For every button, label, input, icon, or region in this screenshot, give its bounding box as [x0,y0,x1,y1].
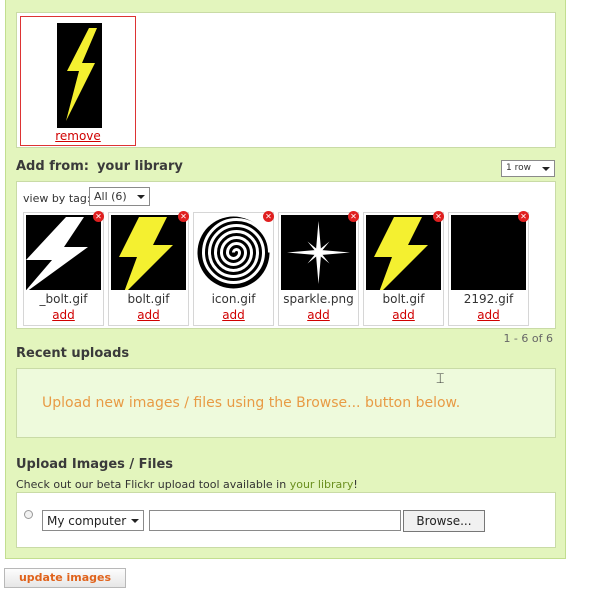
upload-source-radio[interactable] [24,510,33,519]
upload-box: My computer Browse... [16,492,556,548]
spiral-icon [196,215,271,290]
library-item-thumbnail[interactable] [366,215,441,290]
library-item-filename: bolt.gif [382,292,425,306]
chevron-down-icon [131,518,139,523]
upload-source-value: My computer [47,514,127,528]
library-item: ✕ 2192.gif add [448,211,529,326]
library-item-filename: icon.gif [211,292,256,306]
upload-heading: Upload Images / Files [16,457,174,472]
upload-subtext: Check out our beta Flickr upload tool av… [16,478,358,491]
library-item-filename: sparkle.png [283,292,354,306]
tag-select[interactable]: All (6) [89,187,150,206]
library-item-filename: bolt.gif [127,292,170,306]
text-cursor-icon: ⌶ [436,371,445,387]
chevron-down-icon [137,194,145,199]
library-item: ✕ bolt.gif add [108,211,189,326]
add-link[interactable]: add [52,308,75,322]
browse-button[interactable]: Browse... [403,510,485,532]
add-from-source: your library [96,159,183,174]
selected-image-thumbnail [57,23,102,128]
recent-uploads-box: Upload new images / files using the Brow… [16,368,556,438]
recent-uploads-message: Upload new images / files using the Brow… [42,395,461,411]
bolt-icon [57,23,102,128]
remove-link[interactable]: remove [55,129,101,143]
add-from-label: Add from: [16,159,89,174]
upload-subtext-prefix: Check out our beta Flickr upload tool av… [16,478,290,491]
view-by-tag-label: view by tag: [23,192,91,205]
bolt-icon [111,215,186,290]
library-item: ✕ icon.gif add [193,211,274,326]
delete-icon[interactable]: ✕ [263,211,274,222]
add-link[interactable]: add [307,308,330,322]
add-link[interactable]: add [137,308,160,322]
library-item: ✕ bolt.gif add [363,211,444,326]
rows-select-value: 1 row [506,163,531,173]
tag-select-value: All (6) [94,190,127,203]
upload-source-select[interactable]: My computer [42,510,144,531]
selected-image-card: remove [20,16,136,146]
delete-icon[interactable]: ✕ [178,211,189,222]
rows-select[interactable]: 1 row [501,160,555,177]
add-from-heading: Add from: your library [16,159,183,174]
selected-images-box: remove [16,12,556,148]
add-link[interactable]: add [222,308,245,322]
bolt-icon [366,215,441,290]
pagination-status: 1 - 6 of 6 [503,332,553,345]
library-item-thumbnail[interactable] [451,215,526,290]
update-images-button[interactable]: update images [4,568,126,588]
delete-icon[interactable]: ✕ [518,211,529,222]
library-item-thumbnail[interactable] [196,215,271,290]
library-box: view by tag: All (6) ✕ _bolt.gif add ✕ b… [16,181,556,329]
delete-icon[interactable]: ✕ [348,211,359,222]
delete-icon[interactable]: ✕ [433,211,444,222]
library-item-filename: 2192.gif [463,292,514,306]
library-item-filename: _bolt.gif [39,292,88,306]
file-path-input[interactable] [149,510,401,531]
library-item-thumbnail[interactable] [26,215,101,290]
add-link[interactable]: add [477,308,500,322]
your-library-link[interactable]: your library [290,478,354,491]
library-item-thumbnail[interactable] [111,215,186,290]
library-item: ✕ _bolt.gif add [23,211,104,326]
delete-icon[interactable]: ✕ [93,211,104,222]
bolt-icon [26,215,101,290]
library-item-thumbnail[interactable] [281,215,356,290]
sparkle-icon [281,215,356,290]
recent-uploads-heading: Recent uploads [16,346,130,361]
upload-subtext-suffix: ! [353,478,358,491]
library-item: ✕ sparkle.png add [278,211,359,326]
add-link[interactable]: add [392,308,415,322]
image-manager-panel: remove Add from: your library 1 row view … [5,0,566,559]
chevron-down-icon [542,166,550,171]
